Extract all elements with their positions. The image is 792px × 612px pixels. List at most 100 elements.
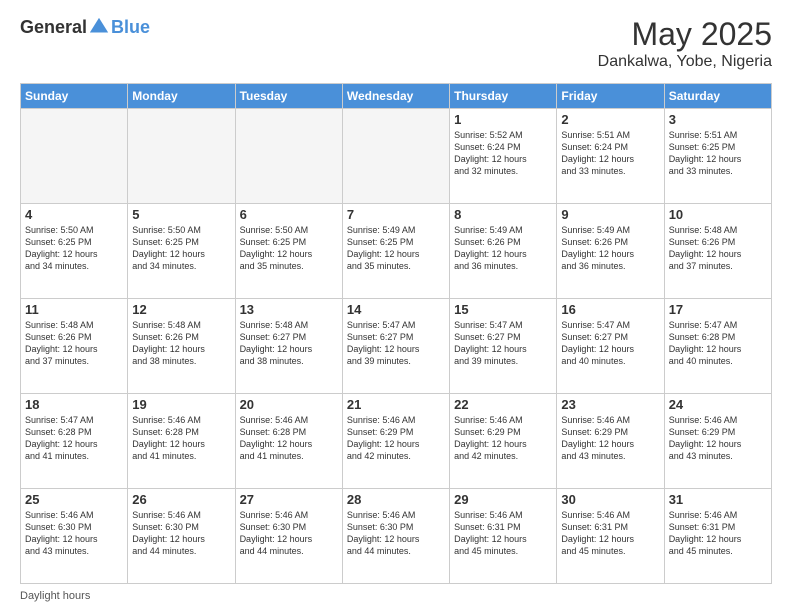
calendar-day: 11 Sunrise: 5:48 AMSunset: 6:26 PMDayligh… xyxy=(21,299,128,394)
calendar-day: 6 Sunrise: 5:50 AMSunset: 6:25 PMDaylight… xyxy=(235,204,342,299)
calendar-day: 26 Sunrise: 5:46 AMSunset: 6:30 PMDayligh… xyxy=(128,489,235,584)
day-number: 10 xyxy=(669,207,767,222)
day-number: 23 xyxy=(561,397,659,412)
calendar-header-sunday: Sunday xyxy=(21,84,128,109)
day-info: Sunrise: 5:46 AMSunset: 6:31 PMDaylight:… xyxy=(454,509,552,558)
day-number: 6 xyxy=(240,207,338,222)
calendar-day: 4Sunrise: 5:50 AMSunset: 6:25 PMDaylight… xyxy=(21,204,128,299)
calendar-day: 8Sunrise: 5:49 AMSunset: 6:26 PMDaylight… xyxy=(450,204,557,299)
day-number: 22 xyxy=(454,397,552,412)
logo-general: General xyxy=(20,17,87,38)
calendar-header-friday: Friday xyxy=(557,84,664,109)
day-info: Sunrise: 5:46 AMSunset: 6:29 PMDaylight:… xyxy=(561,414,659,463)
day-info: Sunrise: 5:47 AMSunset: 6:27 PMDaylight:… xyxy=(561,319,659,368)
logo-icon xyxy=(88,16,110,38)
calendar-day: 10 Sunrise: 5:48 AMSunset: 6:26 PMDayligh… xyxy=(664,204,771,299)
day-info: Sunrise: 5:51 AMSunset: 6:24 PMDaylight:… xyxy=(561,129,659,178)
day-number: 26 xyxy=(132,492,230,507)
day-info: Sunrise: 5:48 AMSunset: 6:27 PMDaylight:… xyxy=(240,319,338,368)
day-info: Sunrise: 5:47 AMSunset: 6:27 PMDaylight:… xyxy=(347,319,445,368)
day-info: Sunrise: 5:49 AMSunset: 6:25 PMDaylight:… xyxy=(347,224,445,273)
day-info: Sunrise: 5:48 AMSunset: 6:26 PMDaylight:… xyxy=(132,319,230,368)
day-number: 11 xyxy=(25,302,123,317)
calendar-header-saturday: Saturday xyxy=(664,84,771,109)
calendar-week-row: 25 Sunrise: 5:46 AMSunset: 6:30 PMDayligh… xyxy=(21,489,772,584)
day-info: Sunrise: 5:48 AMSunset: 6:26 PMDaylight:… xyxy=(25,319,123,368)
day-number: 21 xyxy=(347,397,445,412)
title-block: May 2025 Dankalwa, Yobe, Nigeria xyxy=(598,16,772,71)
calendar-day: 24 Sunrise: 5:46 AMSunset: 6:29 PMDayligh… xyxy=(664,394,771,489)
calendar-day xyxy=(235,109,342,204)
calendar-header-wednesday: Wednesday xyxy=(342,84,449,109)
day-info: Sunrise: 5:50 AMSunset: 6:25 PMDaylight:… xyxy=(132,224,230,273)
calendar-day: 16 Sunrise: 5:47 AMSunset: 6:27 PMDayligh… xyxy=(557,299,664,394)
day-number: 24 xyxy=(669,397,767,412)
day-info: Sunrise: 5:49 AMSunset: 6:26 PMDaylight:… xyxy=(561,224,659,273)
day-number: 14 xyxy=(347,302,445,317)
day-info: Sunrise: 5:46 AMSunset: 6:30 PMDaylight:… xyxy=(25,509,123,558)
day-info: Sunrise: 5:46 AMSunset: 6:30 PMDaylight:… xyxy=(347,509,445,558)
calendar-day: 20 Sunrise: 5:46 AMSunset: 6:28 PMDayligh… xyxy=(235,394,342,489)
day-info: Sunrise: 5:46 AMSunset: 6:29 PMDaylight:… xyxy=(669,414,767,463)
day-info: Sunrise: 5:52 AMSunset: 6:24 PMDaylight:… xyxy=(454,129,552,178)
calendar-day: 15 Sunrise: 5:47 AMSunset: 6:27 PMDayligh… xyxy=(450,299,557,394)
day-number: 16 xyxy=(561,302,659,317)
logo-text: General Blue xyxy=(20,16,150,38)
day-number: 20 xyxy=(240,397,338,412)
calendar-day: 5Sunrise: 5:50 AMSunset: 6:25 PMDaylight… xyxy=(128,204,235,299)
day-info: Sunrise: 5:46 AMSunset: 6:29 PMDaylight:… xyxy=(347,414,445,463)
day-number: 27 xyxy=(240,492,338,507)
calendar-day: 9 Sunrise: 5:49 AMSunset: 6:26 PMDaylight… xyxy=(557,204,664,299)
day-number: 9 xyxy=(561,207,659,222)
calendar-day: 28Sunrise: 5:46 AMSunset: 6:30 PMDayligh… xyxy=(342,489,449,584)
month-title: May 2025 xyxy=(598,16,772,53)
day-info: Sunrise: 5:50 AMSunset: 6:25 PMDaylight:… xyxy=(240,224,338,273)
calendar-day: 3Sunrise: 5:51 AMSunset: 6:25 PMDaylight… xyxy=(664,109,771,204)
calendar-day: 30 Sunrise: 5:46 AMSunset: 6:31 PMDayligh… xyxy=(557,489,664,584)
calendar-week-row: 1 Sunrise: 5:52 AMSunset: 6:24 PMDaylight… xyxy=(21,109,772,204)
calendar-day: 18 Sunrise: 5:47 AMSunset: 6:28 PMDayligh… xyxy=(21,394,128,489)
calendar-header-thursday: Thursday xyxy=(450,84,557,109)
logo-blue: Blue xyxy=(111,17,150,38)
day-info: Sunrise: 5:46 AMSunset: 6:28 PMDaylight:… xyxy=(240,414,338,463)
day-info: Sunrise: 5:46 AMSunset: 6:31 PMDaylight:… xyxy=(669,509,767,558)
calendar-week-row: 4Sunrise: 5:50 AMSunset: 6:25 PMDaylight… xyxy=(21,204,772,299)
day-number: 12 xyxy=(132,302,230,317)
day-info: Sunrise: 5:46 AMSunset: 6:31 PMDaylight:… xyxy=(561,509,659,558)
day-number: 18 xyxy=(25,397,123,412)
calendar-week-row: 18 Sunrise: 5:47 AMSunset: 6:28 PMDayligh… xyxy=(21,394,772,489)
day-number: 31 xyxy=(669,492,767,507)
day-number: 25 xyxy=(25,492,123,507)
day-number: 1 xyxy=(454,112,552,127)
calendar-day: 19Sunrise: 5:46 AMSunset: 6:28 PMDayligh… xyxy=(128,394,235,489)
calendar-day xyxy=(128,109,235,204)
calendar-day: 2Sunrise: 5:51 AMSunset: 6:24 PMDaylight… xyxy=(557,109,664,204)
calendar-table: SundayMondayTuesdayWednesdayThursdayFrid… xyxy=(20,83,772,584)
page: General Blue May 2025 Dankalwa, Yobe, Ni… xyxy=(0,0,792,612)
day-number: 17 xyxy=(669,302,767,317)
day-info: Sunrise: 5:47 AMSunset: 6:27 PMDaylight:… xyxy=(454,319,552,368)
logo: General Blue xyxy=(20,16,150,38)
location-title: Dankalwa, Yobe, Nigeria xyxy=(598,53,772,71)
calendar-week-row: 11 Sunrise: 5:48 AMSunset: 6:26 PMDayligh… xyxy=(21,299,772,394)
day-number: 13 xyxy=(240,302,338,317)
day-number: 3 xyxy=(669,112,767,127)
day-info: Sunrise: 5:46 AMSunset: 6:30 PMDaylight:… xyxy=(132,509,230,558)
calendar-header-monday: Monday xyxy=(128,84,235,109)
footer: Daylight hours xyxy=(20,590,772,602)
calendar-header-tuesday: Tuesday xyxy=(235,84,342,109)
calendar-day xyxy=(342,109,449,204)
calendar-day: 13 Sunrise: 5:48 AMSunset: 6:27 PMDayligh… xyxy=(235,299,342,394)
daylight-label: Daylight hours xyxy=(20,590,90,602)
day-info: Sunrise: 5:50 AMSunset: 6:25 PMDaylight:… xyxy=(25,224,123,273)
day-info: Sunrise: 5:48 AMSunset: 6:26 PMDaylight:… xyxy=(669,224,767,273)
calendar-day: 25 Sunrise: 5:46 AMSunset: 6:30 PMDayligh… xyxy=(21,489,128,584)
calendar-day: 22Sunrise: 5:46 AMSunset: 6:29 PMDayligh… xyxy=(450,394,557,489)
day-number: 30 xyxy=(561,492,659,507)
header: General Blue May 2025 Dankalwa, Yobe, Ni… xyxy=(20,16,772,71)
calendar-day: 1 Sunrise: 5:52 AMSunset: 6:24 PMDaylight… xyxy=(450,109,557,204)
day-info: Sunrise: 5:47 AMSunset: 6:28 PMDaylight:… xyxy=(25,414,123,463)
day-info: Sunrise: 5:47 AMSunset: 6:28 PMDaylight:… xyxy=(669,319,767,368)
day-number: 8 xyxy=(454,207,552,222)
day-number: 15 xyxy=(454,302,552,317)
